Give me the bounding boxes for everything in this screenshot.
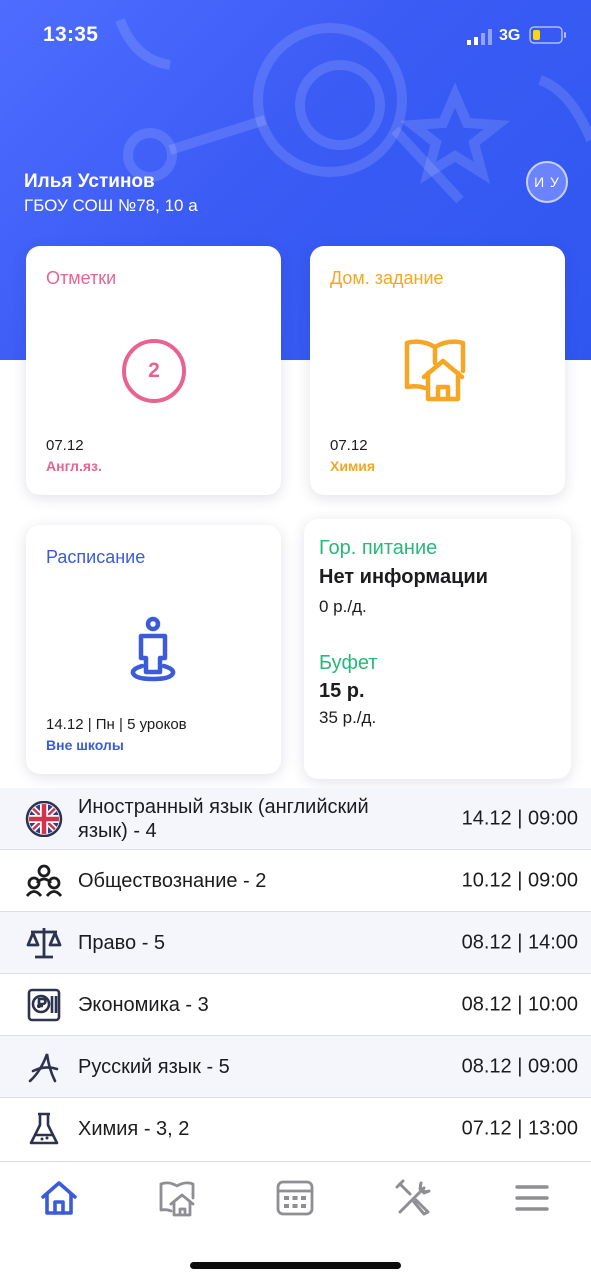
- mark-subject: Иностранный язык (английский язык) - 4: [78, 795, 369, 842]
- list-item[interactable]: Русский язык - 5 08.12 | 09:00: [0, 1036, 591, 1098]
- mark-subject: Право - 5: [78, 931, 166, 954]
- homework-card[interactable]: Дом. задание 07.12 Химия: [310, 246, 565, 495]
- flask-icon: [29, 1112, 59, 1145]
- letter-a-icon: [28, 1053, 59, 1083]
- mark-subject: Экономика - 3: [78, 993, 209, 1016]
- homework-card-subject: Химия: [330, 458, 376, 474]
- marks-list: Иностранный язык (английский язык) - 4 1…: [0, 788, 591, 1160]
- schedule-card-info: 14.12 | Пн | 5 уроков: [46, 716, 187, 733]
- mark-date: 07.12 | 13:00: [461, 1117, 578, 1140]
- calendar-icon[interactable]: [275, 1178, 315, 1218]
- battery-icon: [529, 26, 566, 44]
- uk-flag-icon: [25, 801, 63, 837]
- city-food-title: Гор. питание: [319, 537, 438, 559]
- mark-date: 08.12 | 14:00: [461, 931, 578, 953]
- homework-house-book-icon: [404, 339, 466, 402]
- home-icon[interactable]: [39, 1178, 79, 1218]
- mark-subject: Обществознание - 2: [78, 869, 267, 892]
- signal-icon: [467, 29, 492, 45]
- marks-card-date: 07.12: [46, 437, 84, 454]
- mark-date: 08.12 | 09:00: [461, 1055, 578, 1077]
- homework-icon[interactable]: [157, 1178, 197, 1218]
- buffet-rate: 35 р./д.: [319, 708, 377, 727]
- list-item[interactable]: Химия - 3, 2 07.12 | 13:00: [0, 1098, 591, 1160]
- schedule-card-title: Расписание: [46, 547, 146, 567]
- mark-date: 10.12 | 09:00: [461, 869, 578, 891]
- buffet-title: Буфет: [319, 652, 378, 674]
- avatar[interactable]: И У: [526, 161, 568, 203]
- status-time: 13:35: [43, 23, 99, 46]
- schedule-card-status: Вне школы: [46, 737, 124, 753]
- mark-subject: Химия - 3, 2: [78, 1118, 190, 1140]
- user-school: ГБОУ СОШ №78, 10 а: [24, 196, 198, 215]
- homework-card-date: 07.12: [330, 437, 368, 454]
- mark-subject: Русский язык - 5: [78, 1055, 230, 1078]
- menu-icon[interactable]: [512, 1178, 552, 1218]
- tools-icon[interactable]: [394, 1178, 434, 1218]
- marks-card-title: Отметки: [46, 268, 117, 288]
- status-bar: 13:35 3G: [0, 0, 591, 70]
- mark-date: 08.12 | 10:00: [461, 993, 578, 1015]
- marks-card[interactable]: Отметки 2 07.12 Англ.яз.: [26, 246, 281, 495]
- list-item[interactable]: Иностранный язык (английский язык) - 4 1…: [0, 788, 591, 850]
- food-card[interactable]: Гор. питание Нет информации 0 р./д. Буфе…: [304, 519, 571, 779]
- home-indicator: [190, 1262, 401, 1269]
- city-food-value: Нет информации: [319, 566, 488, 588]
- list-item[interactable]: Обществознание - 2 10.12 | 09:00: [0, 850, 591, 912]
- money-icon: [27, 988, 61, 1022]
- list-item[interactable]: Экономика - 3 08.12 | 10:00: [0, 974, 591, 1036]
- mark-date: 14.12 | 09:00: [461, 807, 578, 829]
- city-food-rate: 0 р./д.: [319, 597, 367, 616]
- person-location-icon: [130, 616, 176, 682]
- schedule-card[interactable]: Расписание 14.12 | Пн | 5 уроков Вне шко…: [26, 525, 281, 774]
- list-item[interactable]: Право - 5 08.12 | 14:00: [0, 912, 591, 974]
- grade-circle: 2: [122, 339, 186, 403]
- people-icon: [25, 864, 63, 897]
- marks-card-subject: Англ.яз.: [46, 458, 102, 474]
- buffet-value: 15 р.: [319, 680, 365, 702]
- network-type: 3G: [499, 27, 521, 44]
- homework-card-title: Дом. задание: [330, 268, 444, 288]
- user-name: Илья Устинов: [24, 171, 155, 192]
- scales-icon: [26, 928, 62, 959]
